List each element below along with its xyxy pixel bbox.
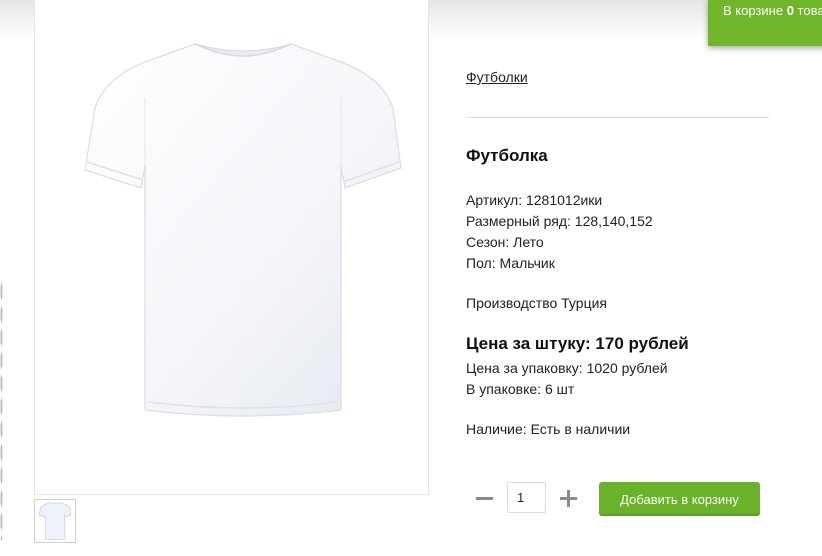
attr-article: Артикул: 1281012ики xyxy=(466,192,603,208)
tshirt-thumbnail-image xyxy=(39,502,71,540)
attr-season: Сезон: Лето xyxy=(466,234,544,250)
attr-gender: Пол: Мальчик xyxy=(466,255,555,271)
add-to-cart-button[interactable]: Добавить в корзину xyxy=(599,482,760,516)
product-image-frame[interactable] xyxy=(34,0,429,495)
cart-suffix: товаров xyxy=(797,3,822,18)
quantity-input[interactable] xyxy=(507,482,546,513)
price-per-unit: Цена за штуку: 170 рублей xyxy=(466,334,689,353)
price-per-pack: Цена за упаковку: 1020 рублей xyxy=(466,360,668,376)
breadcrumb-category-link[interactable]: Футболки xyxy=(466,69,528,85)
stock-status: Наличие: Есть в наличии xyxy=(466,421,631,437)
cart-prefix: В корзине xyxy=(723,3,787,18)
product-thumbnail[interactable] xyxy=(34,499,76,543)
minus-icon[interactable] xyxy=(474,487,496,509)
cart-badge[interactable]: В корзине 0 товаров xyxy=(708,0,822,46)
pack-quantity: В упаковке: 6 шт xyxy=(466,381,575,397)
product-title: Футболка xyxy=(466,146,548,165)
tshirt-image xyxy=(84,43,402,417)
cart-count: 0 xyxy=(786,3,794,18)
product-origin: Производство Турция xyxy=(466,295,607,311)
product-attributes: Артикул: 1281012ики Размерный ряд: 128,1… xyxy=(466,190,653,274)
attr-sizes: Размерный ряд: 128,140,152 xyxy=(466,213,653,229)
divider xyxy=(466,117,769,118)
product-page: В корзине 0 товаров Футболки Футболка Ар… xyxy=(0,0,822,556)
pack-info: Цена за упаковку: 1020 рублей В упаковке… xyxy=(466,358,668,400)
plus-icon[interactable] xyxy=(558,487,580,509)
left-edge-dots xyxy=(0,280,3,540)
